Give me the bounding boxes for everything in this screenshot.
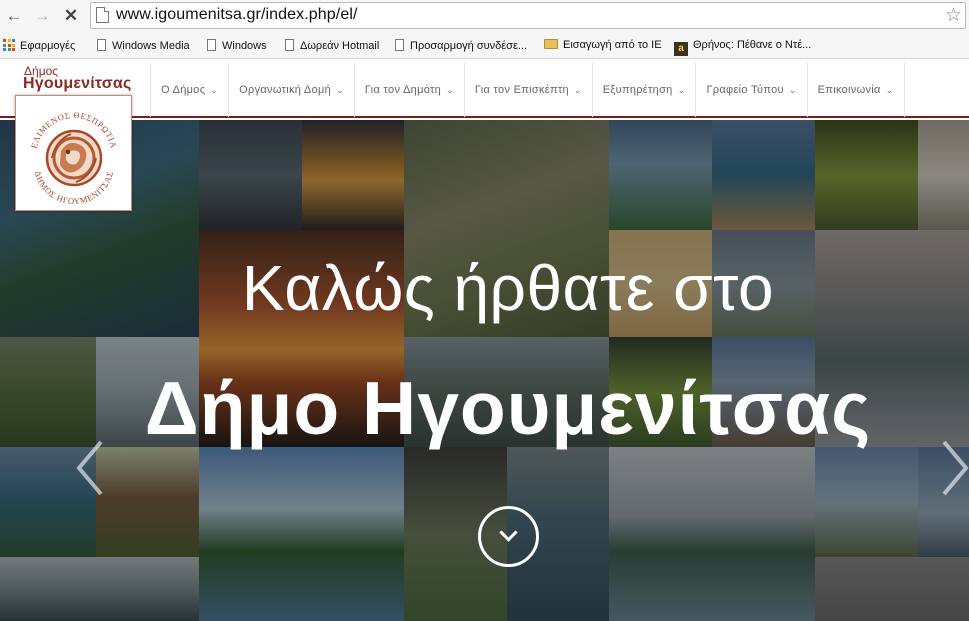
chevron-down-icon: ⌄ — [885, 84, 894, 95]
photo-grey — [815, 557, 969, 621]
photo-ruins — [96, 447, 199, 557]
browser-toolbar: ← → ✕ www.igoumenitsa.gr/index.php/el/ ☆ — [0, 0, 969, 33]
bookmark-label: Θρήνος: Πέθανε ο Ντέ... — [693, 39, 812, 51]
menu-item-contact[interactable]: Επικοινωνία ⌄ — [806, 63, 905, 117]
document-icon — [395, 39, 404, 51]
document-icon — [97, 39, 106, 51]
bookmark-customize-links[interactable]: Προσαρμογή συνδέσε... — [395, 39, 527, 52]
folder-icon — [544, 39, 558, 49]
menu-item-visitor[interactable]: Για τον Επισκέπτη ⌄ — [463, 63, 592, 117]
menu-item-services[interactable]: Εξυπηρέτηση ⌄ — [591, 63, 696, 117]
bookmark-windows-media[interactable]: Windows Media — [97, 39, 190, 52]
photo-islet — [609, 447, 815, 621]
bookmark-news[interactable]: a Θρήνος: Πέθανε ο Ντέ... — [674, 39, 811, 56]
menu-label: Για τον Επισκέπτη — [474, 84, 569, 96]
menu-item-municipality[interactable]: Ο Δήμος ⌄ — [150, 63, 228, 117]
forward-arrow-icon[interactable]: → — [31, 5, 53, 27]
apps-grid-icon — [3, 39, 15, 51]
bookmark-import-ie[interactable]: Εισαγωγή από το IE — [544, 39, 662, 51]
menu-item-organization[interactable]: Οργανωτική Δομή ⌄ — [228, 63, 354, 117]
photo-lake-trees — [199, 447, 404, 621]
photo-blossom — [815, 447, 918, 557]
scroll-down-button[interactable] — [478, 506, 539, 567]
menu-label: Εξυπηρέτηση — [602, 84, 673, 96]
menu-label: Επικοινωνία — [817, 84, 881, 96]
photo-beach-top — [712, 120, 815, 230]
bookmark-label: Εισαγωγή από το IE — [563, 39, 662, 51]
site-favicon-icon: a — [674, 42, 688, 56]
municipality-logo[interactable]: ΕΛΙΜΕΝΟΣ ΘΕΣΠΡΩΤΙΑ ΔΗΜΟΣ ΗΓΟΥΜΕΝΙΤΣΑΣ — [15, 95, 132, 211]
photo-flag-sea — [199, 120, 302, 230]
address-bar[interactable]: www.igoumenitsa.gr/index.php/el/ ☆ — [90, 2, 966, 29]
document-icon — [285, 39, 294, 51]
photo-grapes — [815, 120, 918, 230]
bookmark-label: Windows Media — [112, 40, 190, 52]
back-arrow-icon[interactable]: ← — [3, 5, 25, 27]
menu-label: Οργανωτική Δομή — [239, 84, 332, 96]
municipality-seal-icon: ΕΛΙΜΕΝΟΣ ΘΕΣΠΡΩΤΙΑ ΔΗΜΟΣ ΗΓΟΥΜΕΝΙΤΣΑΣ — [29, 110, 119, 206]
chevron-down-icon — [499, 523, 518, 542]
bookmark-apps[interactable]: Εφαρμογές — [3, 39, 75, 52]
chevron-down-icon: ⌄ — [210, 84, 219, 95]
menu-label: Γραφείο Τύπου — [706, 84, 784, 96]
menu-item-press-office[interactable]: Γραφείο Τύπου ⌄ — [695, 63, 806, 117]
bookmark-star-icon[interactable]: ☆ — [945, 4, 962, 27]
bookmark-label: Δωρεάν Hotmail — [300, 40, 380, 52]
bookmarks-bar: Εφαρμογές Windows Media Windows Δωρεάν H… — [0, 33, 969, 59]
chevron-down-icon: ⌄ — [677, 84, 686, 95]
brand-name[interactable]: Ηγουμενίτσας — [23, 75, 131, 93]
hero-title: Δήμο Ηγουμενίτσας — [144, 366, 872, 450]
url-text[interactable]: www.igoumenitsa.gr/index.php/el/ — [116, 6, 358, 24]
bookmark-hotmail[interactable]: Δωρεάν Hotmail — [285, 39, 379, 52]
document-icon — [207, 39, 216, 51]
photo-waterfall — [918, 120, 969, 230]
chevron-down-icon: ⌄ — [788, 84, 797, 95]
photo-sunset-small — [302, 120, 404, 230]
photo-harbour — [609, 120, 712, 230]
menu-label: Για τον Δημότη — [364, 84, 442, 96]
slider-next-arrow-icon[interactable] — [940, 438, 969, 498]
bookmark-label: Windows — [222, 40, 267, 52]
site-header: Δήμος Ηγουμενίτσας Ο Δήμος ⌄ Οργανωτική Δ… — [0, 59, 969, 118]
stop-loading-icon[interactable]: ✕ — [60, 5, 82, 27]
bookmark-label: Προσαρμογή συνδέσε... — [410, 40, 528, 52]
menu-label: Ο Δήμος — [161, 84, 206, 96]
chevron-down-icon: ⌄ — [446, 84, 454, 95]
hero-welcome: Καλώς ήρθατε στο — [241, 252, 775, 324]
bookmark-label: Εφαρμογές — [20, 40, 76, 52]
chevron-down-icon: ⌄ — [336, 84, 344, 95]
main-menu: Ο Δήμος ⌄ Οργανωτική Δομή ⌄ Για τον Δημότη… — [150, 63, 905, 117]
slider-prev-arrow-icon[interactable] — [75, 438, 105, 498]
menu-item-citizen[interactable]: Για τον Δημότη ⌄ — [353, 63, 464, 117]
bookmark-windows[interactable]: Windows — [207, 39, 267, 52]
page-icon — [96, 7, 109, 23]
chevron-down-icon: ⌄ — [573, 84, 582, 95]
photo-kayaks — [0, 557, 199, 621]
hero-slider: Καλώς ήρθατε στο Δήμο Ηγουμενίτσας — [0, 120, 969, 621]
